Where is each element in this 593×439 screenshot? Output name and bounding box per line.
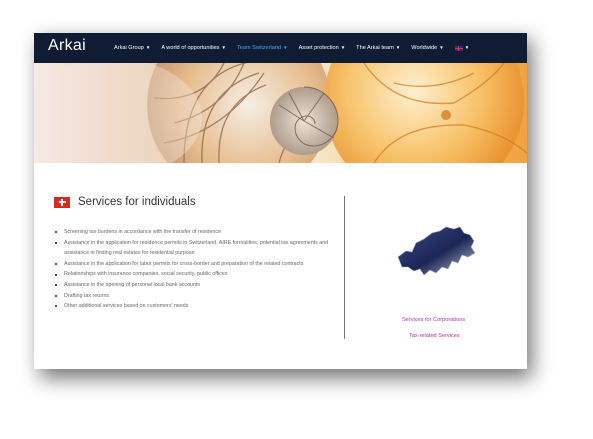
- services-for-corporations-link[interactable]: Services for Corporations: [402, 317, 465, 323]
- uk-flag-icon: [454, 45, 463, 51]
- list-item: Screening tax burdens in accordance with…: [54, 227, 334, 238]
- list-item: Drafting tax returns: [54, 291, 334, 302]
- nautilus-shell-image: [34, 63, 527, 163]
- nav-item-label: Asset protection: [298, 45, 339, 51]
- section-header: Services for individuals: [54, 196, 196, 208]
- chevron-down-icon: ▼: [283, 44, 288, 50]
- nav-item-label: Arkai Group: [114, 45, 144, 51]
- list-item: Relationships with insurance companies, …: [54, 269, 334, 280]
- chevron-down-icon: ▼: [439, 44, 444, 50]
- services-list: Screening tax burdens in accordance with…: [54, 227, 334, 312]
- list-item: Other additional services based on custo…: [54, 301, 334, 312]
- chevron-down-icon: ▼: [340, 44, 346, 50]
- column-divider: [344, 196, 345, 339]
- nav-item-arkai-group[interactable]: Arkai Group ▼: [114, 45, 150, 51]
- hero-banner: [34, 63, 527, 163]
- nav-item-label: Team Switzerland: [236, 45, 282, 51]
- swiss-flag-icon: [54, 196, 70, 208]
- webpage: Arkai Arkai Group ▼ A world of opportuni…: [34, 33, 527, 369]
- nav-item-worldwide[interactable]: Worldwide ▼: [411, 45, 443, 51]
- top-navbar: Arkai Arkai Group ▼ A world of opportuni…: [34, 33, 527, 63]
- page-title: Services for individuals: [78, 196, 196, 208]
- nav-item-label: A world of opportunities: [161, 45, 220, 51]
- list-item: Assistance in the application for labor …: [54, 259, 334, 270]
- nav-item-arkai-team[interactable]: The Arkai team ▼: [356, 45, 400, 51]
- switzerland-map-icon: [397, 226, 476, 276]
- nav-item-label: The Arkai team: [356, 45, 394, 51]
- logo[interactable]: Arkai: [48, 37, 86, 55]
- list-item: Assistance in the application for reside…: [54, 238, 334, 259]
- chevron-down-icon: ▼: [221, 44, 226, 50]
- main-menu: Arkai Group ▼ A world of opportunities ▼…: [114, 33, 469, 63]
- nav-item-team-switzerland[interactable]: Team Switzerland ▼: [237, 45, 288, 51]
- tax-related-services-link[interactable]: Tax-related Services: [409, 333, 460, 339]
- chevron-down-icon: ▼: [464, 44, 470, 50]
- nav-item-world-of-opportunities[interactable]: A world of opportunities ▼: [161, 45, 226, 51]
- chevron-down-icon: ▼: [395, 44, 401, 50]
- nav-item-asset-protection[interactable]: Asset protection ▼: [299, 45, 346, 51]
- chevron-down-icon: ▼: [145, 44, 151, 50]
- list-item: Assistance in the opening of personal lo…: [54, 280, 334, 291]
- language-selector[interactable]: ▼: [454, 44, 470, 51]
- nav-item-label: Worldwide: [411, 45, 438, 51]
